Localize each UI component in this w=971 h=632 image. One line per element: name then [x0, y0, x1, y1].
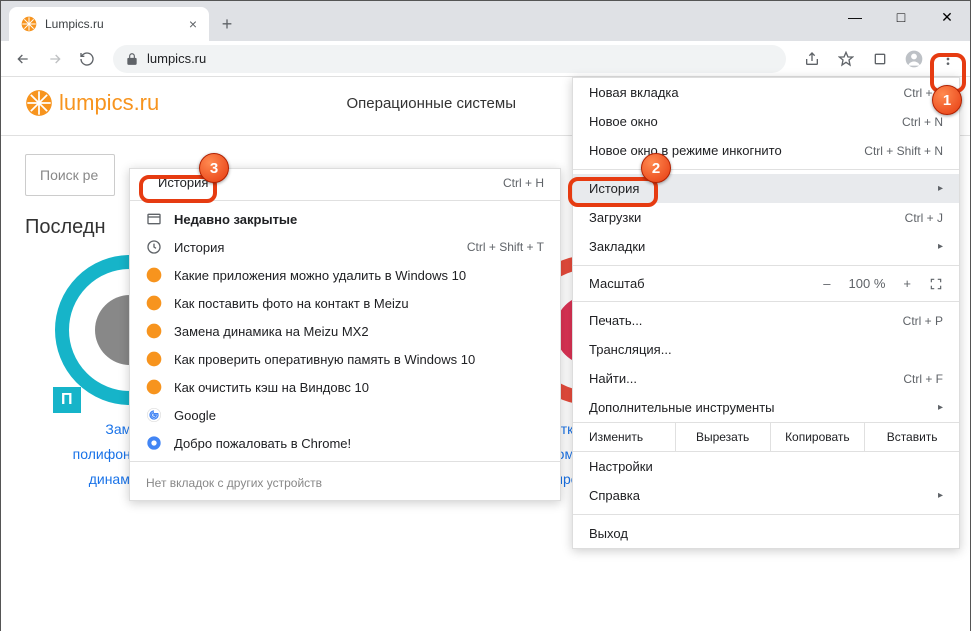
menu-find[interactable]: Найти...Ctrl + F: [573, 364, 959, 393]
menu-new-window[interactable]: Новое окноCtrl + N: [573, 107, 959, 136]
menu-paste[interactable]: Вставить: [865, 423, 959, 451]
lumpics-logo[interactable]: lumpics.ru: [25, 89, 159, 117]
callout-2: 2: [641, 153, 671, 183]
menu-edit-label: Изменить: [573, 423, 676, 451]
back-button[interactable]: [9, 45, 37, 73]
share-icon[interactable]: [798, 45, 826, 73]
new-tab-button[interactable]: +: [213, 10, 241, 38]
reload-button[interactable]: [73, 45, 101, 73]
lumpics-favicon: [146, 379, 162, 395]
menu-button[interactable]: [934, 45, 962, 73]
lumpics-favicon: [146, 323, 162, 339]
menu-edit-row: Изменить Вырезать Копировать Вставить: [573, 422, 959, 452]
menu-more-tools[interactable]: Дополнительные инструменты▸: [573, 393, 959, 422]
history-item[interactable]: Как очистить кэш на Виндовс 10: [130, 373, 560, 401]
history-item[interactable]: Какие приложения можно удалить в Windows…: [130, 261, 560, 289]
submenu-footer: Нет вкладок с других устройств: [130, 466, 560, 500]
menu-exit[interactable]: Выход: [573, 519, 959, 548]
site-search[interactable]: Поиск ре: [25, 154, 115, 196]
lock-icon: [125, 52, 139, 66]
history-item[interactable]: Google: [130, 401, 560, 429]
maximize-button[interactable]: □: [878, 1, 924, 33]
menu-new-tab[interactable]: Новая вкладкаCtrl + T: [573, 78, 959, 107]
submenu-history-title[interactable]: ИсторияCtrl + H: [130, 169, 560, 196]
window-icon: [146, 211, 162, 227]
lumpics-logo-icon: [25, 89, 53, 117]
browser-tab[interactable]: Lumpics.ru ×: [9, 7, 209, 41]
bookmark-star-icon[interactable]: [832, 45, 860, 73]
close-tab-icon[interactable]: ×: [189, 16, 197, 32]
menu-incognito[interactable]: Новое окно в режиме инкогнитоCtrl + Shif…: [573, 136, 959, 165]
callout-1: 1: [932, 85, 962, 115]
fullscreen-icon[interactable]: [929, 277, 943, 291]
address-bar[interactable]: lumpics.ru: [113, 45, 786, 73]
submenu-recent: Недавно закрытые: [130, 205, 560, 233]
menu-history[interactable]: История▸: [573, 174, 959, 203]
menu-bookmarks[interactable]: Закладки▸: [573, 232, 959, 261]
browser-toolbar: lumpics.ru: [1, 41, 970, 77]
lumpics-favicon: [146, 267, 162, 283]
history-item[interactable]: Замена динамика на Meizu MX2: [130, 317, 560, 345]
chrome-favicon: [146, 435, 162, 451]
minimize-button[interactable]: —: [832, 1, 878, 33]
menu-zoom: Масштаб – 100 % +: [573, 270, 959, 297]
extensions-icon[interactable]: [866, 45, 894, 73]
history-item[interactable]: Добро пожаловать в Chrome!: [130, 429, 560, 457]
menu-cut[interactable]: Вырезать: [676, 423, 771, 451]
chrome-main-menu: Новая вкладкаCtrl + T Новое окноCtrl + N…: [572, 77, 960, 549]
menu-cast[interactable]: Трансляция...: [573, 335, 959, 364]
history-submenu: ИсторияCtrl + H Недавно закрытые История…: [129, 168, 561, 501]
menu-copy[interactable]: Копировать: [771, 423, 866, 451]
submenu-history[interactable]: ИсторияCtrl + Shift + T: [130, 233, 560, 261]
profile-icon[interactable]: [900, 45, 928, 73]
menu-settings[interactable]: Настройки: [573, 452, 959, 481]
close-window-button[interactable]: ✕: [924, 1, 970, 33]
url-text: lumpics.ru: [147, 51, 206, 66]
section-title: Последн: [25, 216, 125, 239]
window-titlebar: Lumpics.ru × + — □ ✕: [1, 1, 970, 41]
zoom-out-button[interactable]: –: [823, 276, 830, 291]
google-favicon: [146, 407, 162, 423]
menu-print[interactable]: Печать...Ctrl + P: [573, 306, 959, 335]
nav-os[interactable]: Операционные системы: [346, 95, 516, 112]
lumpics-favicon: [21, 16, 37, 32]
clock-icon: [146, 239, 162, 255]
zoom-in-button[interactable]: +: [903, 276, 911, 291]
lumpics-favicon: [146, 351, 162, 367]
callout-3: 3: [199, 153, 229, 183]
tab-title: Lumpics.ru: [45, 17, 104, 31]
zoom-value: 100 %: [849, 276, 886, 291]
menu-downloads[interactable]: ЗагрузкиCtrl + J: [573, 203, 959, 232]
history-item[interactable]: Как проверить оперативную память в Windo…: [130, 345, 560, 373]
forward-button[interactable]: [41, 45, 69, 73]
history-item[interactable]: Как поставить фото на контакт в Meizu: [130, 289, 560, 317]
menu-help[interactable]: Справка▸: [573, 481, 959, 510]
lumpics-favicon: [146, 295, 162, 311]
